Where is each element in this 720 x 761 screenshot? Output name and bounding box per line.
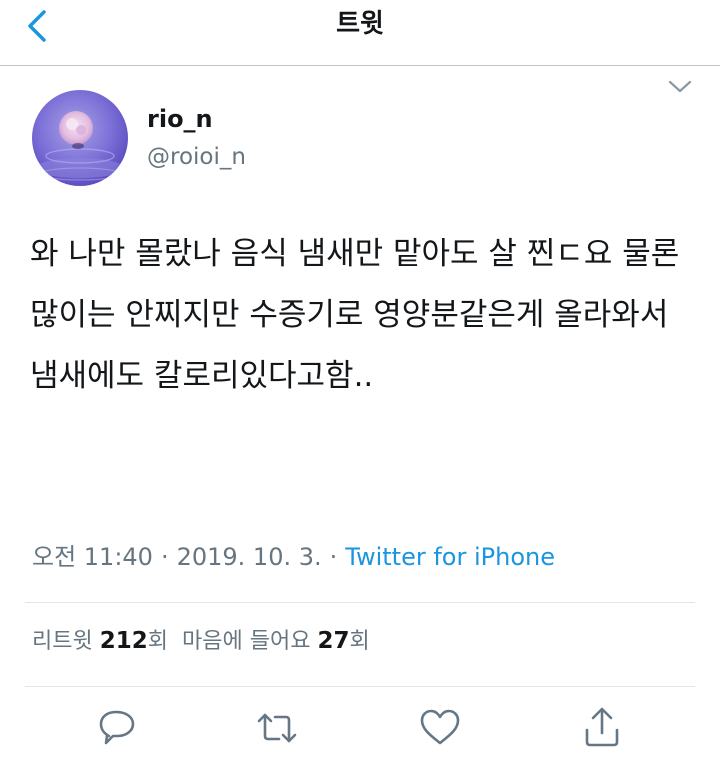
like-heart-icon <box>420 709 460 745</box>
author-display-name[interactable]: rio_n <box>147 104 213 134</box>
reply-icon <box>99 710 135 745</box>
divider <box>25 602 695 603</box>
likes-count: 27 <box>317 628 350 654</box>
tweet-stats: 리트윗 212회 마음에 들어요 27회 <box>32 624 370 659</box>
tweet-source-link[interactable]: Twitter for iPhone <box>345 543 555 571</box>
tweet-date: 2019. 10. 3. <box>176 543 322 571</box>
avatar-image <box>32 90 128 186</box>
share-button[interactable] <box>580 706 624 750</box>
likes-stat[interactable]: 마음에 들어요 27회 <box>182 628 370 654</box>
tweet-meta: 오전 11:40 · 2019. 10. 3. · Twitter for iPhone <box>32 540 555 574</box>
page-title: 트윗 <box>336 9 384 39</box>
tweet-options-button[interactable] <box>664 74 696 100</box>
likes-label: 마음에 들어요 <box>182 629 311 654</box>
tweet-text: 와 나만 몰랐나 음식 냄새만 맡아도 살 찐ㄷ요 물론 많이는 안찌지만 수증… <box>30 236 680 394</box>
avatar[interactable] <box>32 90 128 186</box>
retweets-count: 212 <box>99 628 148 654</box>
retweets-label: 리트윗 <box>32 629 93 654</box>
reply-button[interactable] <box>95 706 139 750</box>
share-icon <box>585 707 619 747</box>
retweets-unit: 회 <box>147 629 168 654</box>
nav-header: 트윗 <box>0 0 720 66</box>
tweet-time: 오전 11:40 <box>32 543 153 571</box>
divider <box>25 686 695 687</box>
chevron-down-icon <box>668 80 692 93</box>
retweet-stat[interactable]: 리트윗 212회 <box>32 628 168 654</box>
retweet-icon <box>257 713 297 743</box>
likes-unit: 회 <box>349 629 370 654</box>
meta-separator: · <box>329 543 338 571</box>
author-handle[interactable]: @roioi_n <box>147 142 246 172</box>
retweet-button[interactable] <box>255 706 299 750</box>
meta-separator: · <box>160 543 169 571</box>
like-button[interactable] <box>418 706 462 750</box>
